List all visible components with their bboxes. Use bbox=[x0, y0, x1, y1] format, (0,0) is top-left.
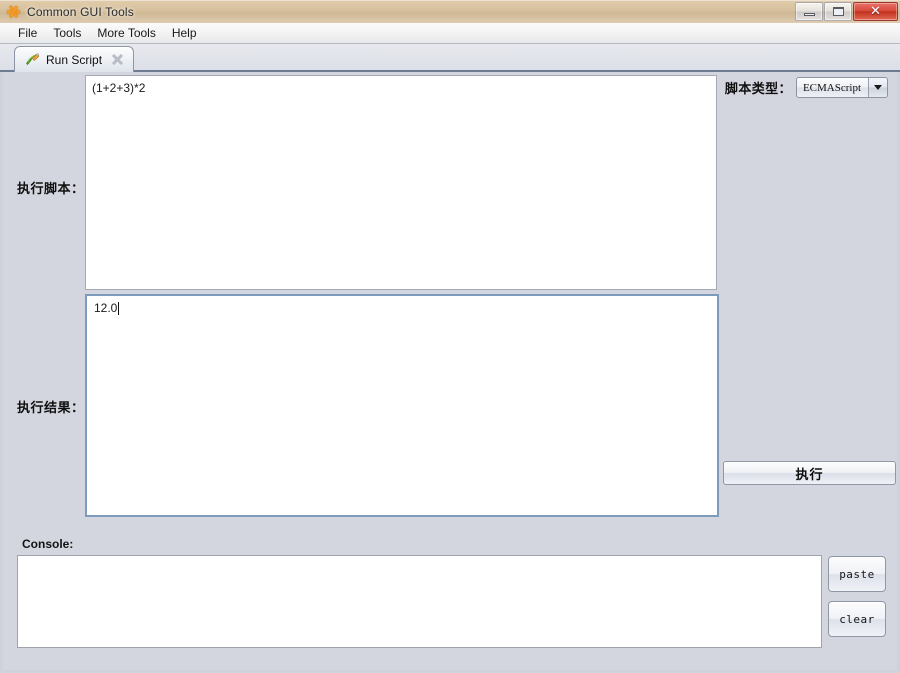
text-caret bbox=[118, 302, 120, 315]
script-section: 执行脚本： (1+2+3)*2 执行结果： 12.0 脚本类型： ECMAScr… bbox=[3, 72, 897, 534]
script-input-value: (1+2+3)*2 bbox=[92, 81, 146, 95]
script-type-label: 脚本类型： bbox=[724, 82, 792, 97]
menu-item-more-tools[interactable]: More Tools bbox=[89, 24, 163, 42]
menu-bar: File Tools More Tools Help bbox=[0, 23, 900, 44]
tab-strip: Run Script bbox=[0, 44, 900, 72]
minimize-button[interactable] bbox=[795, 2, 823, 21]
title-bar: Common GUI Tools ✕ bbox=[0, 0, 900, 23]
script-type-select[interactable]: ECMAScript bbox=[795, 77, 888, 98]
script-input[interactable]: (1+2+3)*2 bbox=[85, 75, 717, 290]
menu-item-help[interactable]: Help bbox=[164, 24, 205, 42]
tab-close-icon[interactable] bbox=[111, 53, 124, 66]
result-field-label: 执行结果： bbox=[17, 401, 85, 416]
window-title: Common GUI Tools bbox=[27, 5, 134, 19]
console-output[interactable] bbox=[17, 555, 822, 648]
paste-button[interactable]: paste bbox=[828, 556, 886, 592]
result-output-value: 12.0 bbox=[94, 301, 118, 315]
paste-button-label: paste bbox=[839, 567, 875, 581]
minimize-icon bbox=[803, 13, 815, 16]
window-controls: ✕ bbox=[794, 2, 898, 21]
maximize-button[interactable] bbox=[824, 2, 852, 21]
execute-button-label: 执行 bbox=[795, 467, 824, 483]
script-field-label: 执行脚本： bbox=[17, 182, 85, 197]
console-label: Console: bbox=[22, 537, 74, 551]
sparkle-icon bbox=[5, 4, 21, 20]
application-window: Common GUI Tools ✕ File Tools More Tools… bbox=[0, 0, 900, 673]
chevron-down-icon[interactable] bbox=[868, 78, 887, 97]
close-button[interactable]: ✕ bbox=[853, 2, 898, 21]
console-section: Console: paste clear bbox=[3, 534, 897, 670]
execute-button[interactable]: 执行 bbox=[723, 461, 896, 485]
script-type-row: 脚本类型： ECMAScript bbox=[725, 77, 888, 98]
tab-label: Run Script bbox=[46, 52, 103, 67]
menu-item-file[interactable]: File bbox=[10, 24, 45, 42]
close-icon: ✕ bbox=[870, 4, 881, 19]
script-pencil-icon bbox=[25, 52, 40, 67]
clear-button[interactable]: clear bbox=[828, 601, 886, 637]
script-type-selected-value: ECMAScript bbox=[802, 81, 861, 94]
console-buttons: paste clear bbox=[828, 556, 886, 637]
clear-button-label: clear bbox=[839, 612, 875, 626]
menu-item-tools[interactable]: Tools bbox=[45, 24, 89, 42]
result-line: 12.0 bbox=[94, 301, 710, 316]
result-output[interactable]: 12.0 bbox=[85, 294, 719, 517]
main-content-panel: 执行脚本： (1+2+3)*2 执行结果： 12.0 脚本类型： ECMAScr… bbox=[0, 72, 900, 673]
maximize-icon bbox=[832, 7, 844, 16]
tab-run-script[interactable]: Run Script bbox=[14, 46, 135, 72]
